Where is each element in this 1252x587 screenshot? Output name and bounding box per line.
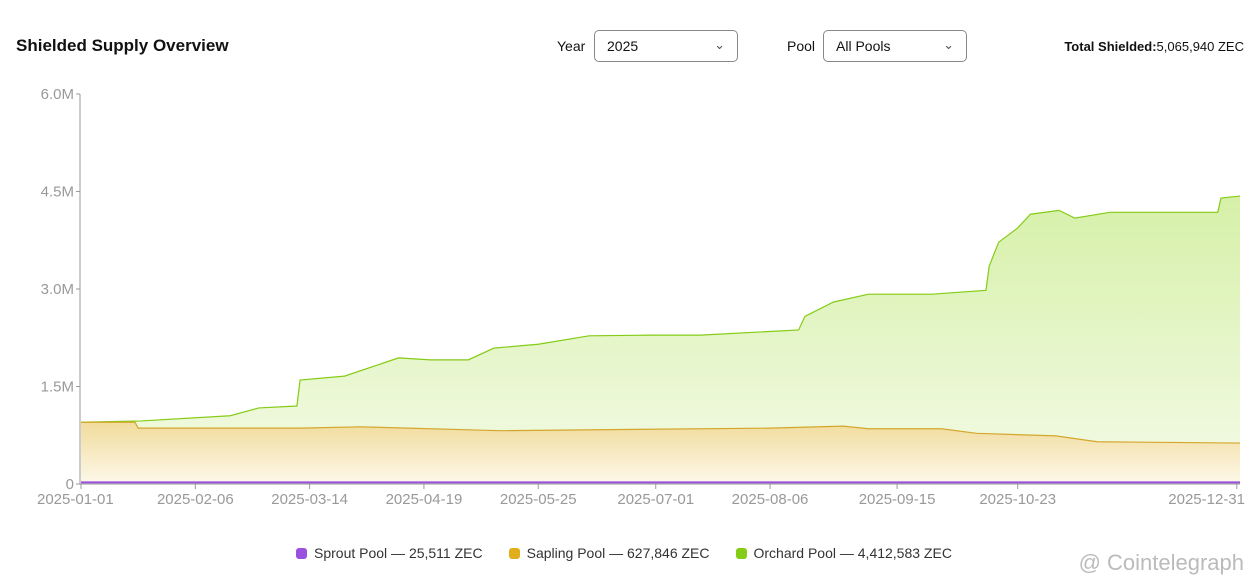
x-tick-label: 2025-03-14 (271, 491, 348, 508)
watermark: @ Cointelegraph (1078, 550, 1244, 575)
sprout-swatch (296, 547, 307, 559)
sapling-swatch (508, 547, 520, 559)
y-tick-label: 4.5M (41, 184, 74, 201)
legend-label: Orchard Pool — 4,412,583 ZEC (753, 545, 952, 561)
legend-label: Sprout Pool — 25,511 ZEC (314, 545, 483, 561)
orchard-swatch (735, 547, 747, 559)
legend-sapling[interactable]: Sapling Pool — 627,846 ZEC (508, 545, 710, 561)
x-tick-label: 2025-04-19 (386, 491, 463, 508)
y-tick-label: 3.0M (41, 281, 74, 298)
x-tick-label: 2025-07-01 (617, 491, 694, 508)
x-tick-label: 2025-12-31 (1168, 491, 1245, 508)
legend-orchard[interactable]: Orchard Pool — 4,412,583 ZEC (735, 545, 952, 561)
y-tick-label: 1.5M (41, 379, 74, 396)
x-tick-label: 2025-01-01 (37, 491, 114, 508)
y-tick-label: 6.0M (41, 86, 74, 103)
area-chart: 01.5M3.0M4.5M6.0M2025-01-01 2025-02-06 202… (37, 86, 1245, 508)
x-tick-label: 2025-02-06 (157, 491, 234, 508)
x-tick-label: 2025-05-25 (500, 491, 577, 508)
legend: Sprout Pool — 25,511 ZEC Sapling Pool — … (296, 545, 952, 561)
x-tick-label: 2025-08-06 (732, 491, 809, 508)
legend-sprout[interactable]: Sprout Pool — 25,511 ZEC (296, 545, 483, 561)
legend-label: Sapling Pool — 627,846 ZEC (526, 545, 710, 561)
x-tick-label: 2025-10-23 (979, 491, 1056, 508)
x-tick-label: 2025-09-15 (859, 491, 936, 508)
